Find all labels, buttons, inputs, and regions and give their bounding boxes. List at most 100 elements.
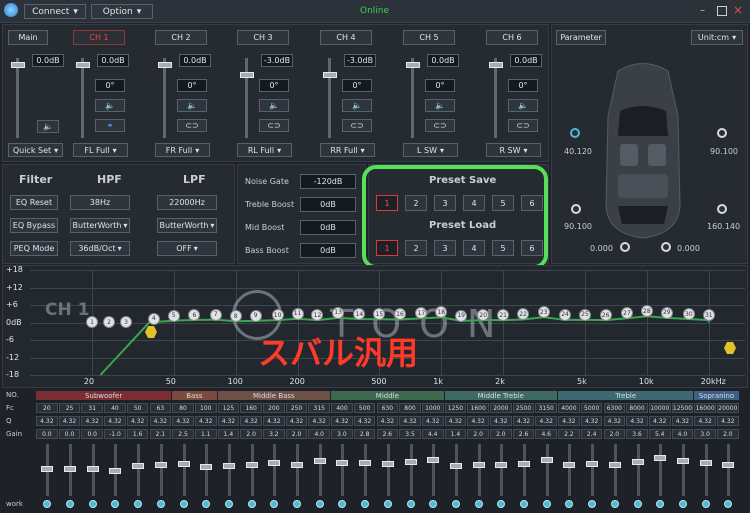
boost-value[interactable]: 0dB — [300, 220, 356, 235]
boost-value[interactable]: 0dB — [300, 197, 356, 212]
fc-cell[interactable]: 63 — [149, 403, 172, 413]
q-cell[interactable]: 4.32 — [558, 416, 580, 426]
eq-gain-slider-thumb[interactable] — [676, 458, 689, 464]
q-cell[interactable]: 4.32 — [399, 416, 421, 426]
channel-output-select[interactable]: FR Full ▾ — [155, 143, 210, 157]
eq-point[interactable]: 4 — [147, 312, 160, 325]
gain-cell[interactable]: 4.0 — [671, 429, 694, 439]
fr-speaker-knob[interactable] — [717, 128, 727, 138]
preset-load-slot-6[interactable]: 6 — [521, 240, 543, 256]
preset-save-slot-2[interactable]: 2 — [405, 195, 427, 211]
eq-gain-slider-track[interactable] — [409, 444, 413, 496]
channel-tab-ch6[interactable]: CH 6 — [486, 30, 538, 45]
volume-slider-track[interactable] — [245, 58, 248, 138]
channel-output-select[interactable]: RR Full ▾ — [320, 143, 375, 157]
eq-gain-slider-track[interactable] — [477, 444, 481, 496]
volume-slider-thumb[interactable] — [240, 72, 254, 78]
eq-gain-slider-track[interactable] — [182, 444, 186, 496]
preset-save-slot-1[interactable]: 1 — [376, 195, 398, 211]
preset-load-slot-1[interactable]: 1 — [376, 240, 398, 256]
hpf-field[interactable]: 38Hz — [70, 195, 130, 210]
volume-slider-thumb[interactable] — [323, 72, 337, 78]
q-cell[interactable]: 4.32 — [603, 416, 626, 426]
phase-value[interactable]: 0° — [342, 79, 372, 92]
eq-point[interactable]: 1 — [86, 316, 98, 328]
volume-slider-thumb[interactable] — [406, 62, 420, 68]
channel-output-select[interactable]: R SW ▾ — [486, 143, 541, 157]
gain-value[interactable]: 0.0dB — [427, 54, 459, 67]
channel-tab-ch2[interactable]: CH 2 — [155, 30, 207, 45]
q-cell[interactable]: 4.32 — [671, 416, 694, 426]
fc-cell[interactable]: 2500 — [512, 403, 535, 413]
volume-slider-track[interactable] — [411, 58, 414, 138]
eq-gain-slider-track[interactable] — [137, 444, 141, 496]
gain-cell[interactable]: 3.0 — [694, 429, 716, 439]
eq-gain-slider-track[interactable] — [318, 444, 322, 496]
eq-gain-slider-thumb[interactable] — [495, 462, 508, 468]
band-enable-toggle[interactable] — [315, 500, 324, 508]
eq-gain-slider-track[interactable] — [386, 444, 390, 496]
lpf-field[interactable]: OFF ▾ — [157, 241, 217, 256]
band-enable-toggle[interactable] — [88, 500, 97, 508]
q-cell[interactable]: 4.32 — [331, 416, 353, 426]
eq-gain-slider-track[interactable] — [227, 444, 231, 496]
band-enable-toggle[interactable] — [293, 500, 302, 508]
fc-cell[interactable]: 4000 — [558, 403, 580, 413]
band-enable-toggle[interactable] — [406, 500, 415, 508]
eq-gain-slider-track[interactable] — [250, 444, 254, 496]
eq-gain-slider-thumb[interactable] — [540, 456, 553, 463]
eq-gain-slider-track[interactable] — [659, 444, 663, 496]
q-cell[interactable]: 4.32 — [36, 416, 58, 426]
eq-gain-slider-track[interactable] — [727, 444, 731, 496]
fc-cell[interactable]: 125 — [217, 403, 240, 413]
eq-gain-slider-track[interactable] — [591, 444, 595, 496]
gain-cell[interactable]: 0.0 — [58, 429, 81, 439]
lpf-field[interactable]: ButterWorth ▾ — [157, 218, 217, 233]
gain-value[interactable]: -3.0dB — [344, 54, 376, 67]
filter-action-button[interactable]: EQ Bypass — [10, 218, 58, 233]
gain-cell[interactable]: 4.6 — [535, 429, 558, 439]
eq-gain-slider-track[interactable] — [545, 444, 549, 496]
band-enable-toggle[interactable] — [633, 500, 642, 508]
eq-point[interactable]: 28 — [640, 305, 653, 318]
q-cell[interactable]: 4.32 — [194, 416, 217, 426]
volume-slider-thumb[interactable] — [76, 62, 90, 68]
link-icon[interactable]: ⚭ — [95, 119, 125, 132]
gain-cell[interactable]: 1.4 — [217, 429, 240, 439]
fc-cell[interactable]: 1600 — [467, 403, 489, 413]
gain-value[interactable]: -3.0dB — [261, 54, 293, 67]
eq-gain-slider-thumb[interactable] — [631, 458, 644, 465]
gain-cell[interactable]: 4.0 — [308, 429, 331, 439]
eq-gain-slider-track[interactable] — [568, 444, 572, 496]
q-cell[interactable]: 4.32 — [240, 416, 262, 426]
eq-gain-slider-track[interactable] — [364, 444, 368, 496]
channel-output-select[interactable]: FL Full ▾ — [73, 143, 128, 157]
eq-point[interactable]: 31 — [702, 309, 715, 322]
gain-value[interactable]: 0.0dB — [179, 54, 211, 67]
gain-cell[interactable]: 3.2 — [263, 429, 285, 439]
q-cell[interactable]: 4.32 — [717, 416, 739, 426]
phase-value[interactable]: 0° — [259, 79, 289, 92]
gain-cell[interactable]: 2.8 — [353, 429, 376, 439]
eq-gain-slider-thumb[interactable] — [699, 460, 712, 466]
eq-gain-slider-thumb[interactable] — [336, 460, 349, 466]
eq-point[interactable]: 5 — [167, 309, 180, 322]
gain-cell[interactable]: 2.0 — [240, 429, 262, 439]
eq-gain-slider-track[interactable] — [159, 444, 163, 496]
q-cell[interactable]: 4.32 — [104, 416, 126, 426]
eq-gain-slider-thumb[interactable] — [654, 455, 667, 462]
volume-slider-track[interactable] — [81, 58, 84, 138]
eq-gain-slider-thumb[interactable] — [41, 466, 54, 472]
eq-gain-slider-track[interactable] — [681, 444, 685, 496]
preset-save-slot-6[interactable]: 6 — [521, 195, 543, 211]
fc-cell[interactable]: 8000 — [626, 403, 648, 413]
eq-point[interactable]: 24 — [559, 308, 572, 321]
eq-gain-slider-thumb[interactable] — [563, 461, 576, 468]
band-enable-toggle[interactable] — [451, 500, 460, 508]
rr-speaker-knob[interactable] — [717, 204, 727, 214]
gain-value[interactable]: 0.0dB — [32, 54, 64, 67]
eq-point[interactable]: 8 — [229, 310, 242, 323]
fc-cell[interactable]: 3150 — [535, 403, 558, 413]
eq-point[interactable]: 7 — [209, 308, 222, 321]
volume-slider-thumb[interactable] — [158, 62, 172, 68]
